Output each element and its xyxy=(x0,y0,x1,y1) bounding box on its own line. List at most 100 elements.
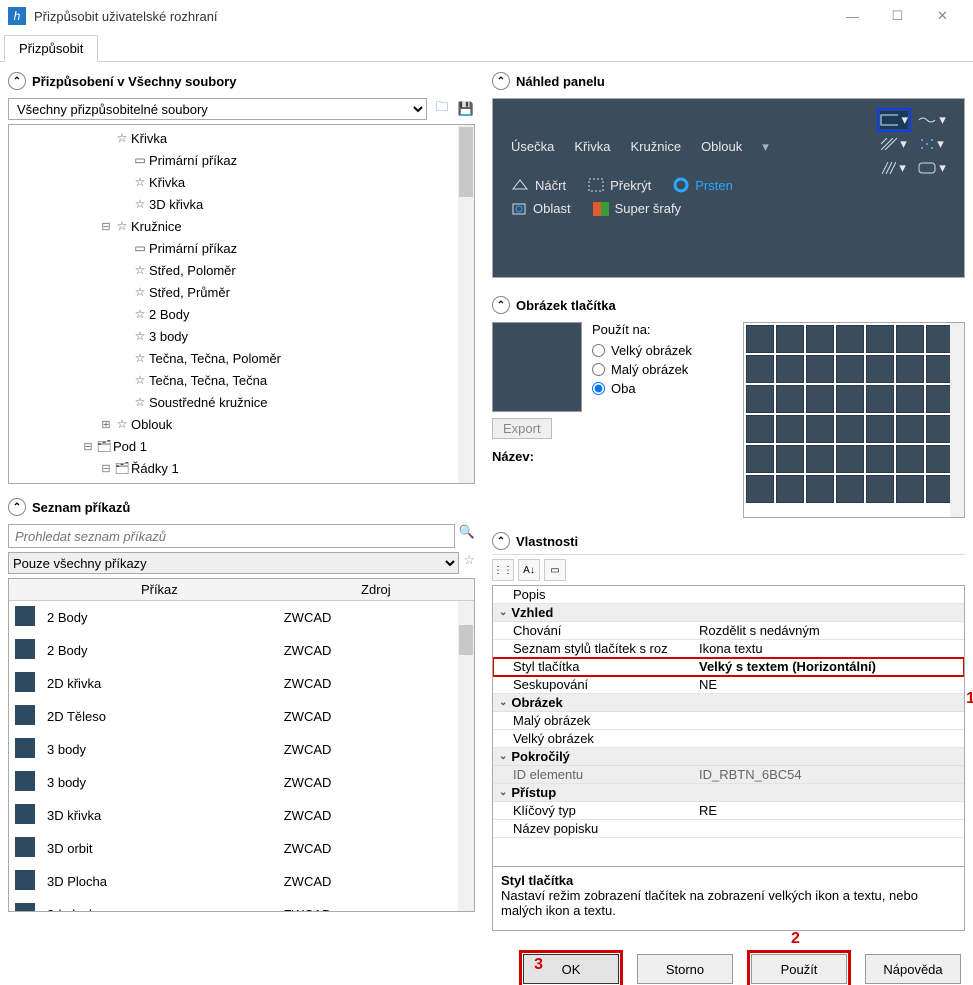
ribbon-prsten[interactable]: Prsten xyxy=(673,177,733,193)
command-filter-select[interactable]: Pouze všechny příkazy xyxy=(8,552,459,574)
command-row[interactable]: 2D křivkaZWCAD xyxy=(9,667,474,700)
icon-cell[interactable] xyxy=(776,385,804,413)
icon-cell[interactable] xyxy=(776,445,804,473)
tree-node[interactable]: ☆Tečna, Tečna, Poloměr xyxy=(9,347,474,369)
collapse-icon[interactable]: ⌃ xyxy=(8,72,26,90)
command-row[interactable]: 3D orbitZWCAD xyxy=(9,832,474,865)
icon-cell[interactable] xyxy=(866,385,894,413)
ribbon-nacrt[interactable]: Náčrt xyxy=(511,178,566,193)
ribbon-hatch-icon[interactable]: ▾ xyxy=(880,135,908,153)
icon-cell[interactable] xyxy=(896,325,924,353)
ribbon-prekryt[interactable]: Překrýt xyxy=(588,178,651,193)
icon-cell[interactable] xyxy=(836,475,864,503)
tree-scrollbar[interactable] xyxy=(458,125,474,483)
command-row[interactable]: 3D PlochaZWCAD xyxy=(9,865,474,898)
maximize-button[interactable]: ☐ xyxy=(875,1,920,31)
prop-alpha-icon[interactable]: A↓ xyxy=(518,559,540,581)
icon-cell[interactable] xyxy=(866,415,894,443)
icon-cell[interactable] xyxy=(746,355,774,383)
export-button[interactable]: Export xyxy=(492,418,552,439)
icon-cell[interactable] xyxy=(836,415,864,443)
icon-cell[interactable] xyxy=(866,355,894,383)
icon-cell[interactable] xyxy=(806,325,834,353)
icon-cell[interactable] xyxy=(836,355,864,383)
ribbon-tab-kruznice[interactable]: Kružnice xyxy=(630,139,681,155)
tree-node[interactable]: ☆Soustředné kružnice xyxy=(9,391,474,413)
icon-cell[interactable] xyxy=(866,445,894,473)
icon-palette-scrollbar[interactable] xyxy=(950,323,964,517)
tree-node[interactable]: ⊟🗂Pod 1 xyxy=(9,435,474,457)
collapse-icon[interactable]: ⌃ xyxy=(492,532,510,550)
ribbon-dots-icon[interactable]: ▾ xyxy=(918,135,946,153)
icon-cell[interactable] xyxy=(836,325,864,353)
help-button[interactable]: Nápověda xyxy=(865,954,961,984)
search-icon[interactable]: 🔍 xyxy=(459,524,475,548)
command-row[interactable]: 2 BodyZWCAD xyxy=(9,601,474,635)
tree-node[interactable]: ☆Střed, Průměr xyxy=(9,281,474,303)
minimize-button[interactable]: — xyxy=(830,1,875,31)
icon-cell[interactable] xyxy=(866,475,894,503)
icon-cell[interactable] xyxy=(776,415,804,443)
tree-node[interactable]: ☆Křivka xyxy=(9,127,474,149)
ribbon-rrect-icon[interactable]: ▾ xyxy=(918,159,946,177)
command-search-input[interactable] xyxy=(8,524,455,548)
icon-cell[interactable] xyxy=(776,355,804,383)
prop-categorized-icon[interactable]: ⋮⋮ xyxy=(492,559,514,581)
tree-node[interactable]: ☆3D křivka xyxy=(9,193,474,215)
ribbon-tab-krivka[interactable]: Křivka xyxy=(574,139,610,155)
icon-cell[interactable] xyxy=(776,325,804,353)
command-row[interactable]: 3 bodyZWCAD xyxy=(9,766,474,799)
col-source[interactable]: Zdroj xyxy=(278,579,474,601)
cancel-button[interactable]: Storno xyxy=(637,954,733,984)
icon-palette[interactable] xyxy=(743,322,965,518)
radio-small-image[interactable]: Malý obrázek xyxy=(592,360,692,379)
icon-cell[interactable] xyxy=(896,475,924,503)
command-row[interactable]: 2D TělesoZWCAD xyxy=(9,700,474,733)
icon-cell[interactable] xyxy=(896,445,924,473)
ribbon-super-srafy[interactable]: Super šrafy xyxy=(593,201,681,216)
command-row[interactable]: 3D křivkaZWCAD xyxy=(9,799,474,832)
icon-cell[interactable] xyxy=(806,475,834,503)
command-row[interactable]: 3d plochyZWCAD xyxy=(9,898,474,912)
file-filter-select[interactable]: Všechny přizpůsobitelné soubory xyxy=(8,98,427,120)
tree-node[interactable]: ☆2 Body xyxy=(9,303,474,325)
tree-node[interactable]: ☆Střed, Poloměr xyxy=(9,259,474,281)
star-icon[interactable]: ☆ xyxy=(463,552,475,574)
icon-cell[interactable] xyxy=(806,415,834,443)
tree-node[interactable]: ⊞☆Obdélník xyxy=(9,479,474,484)
tree-node[interactable]: ☆Tečna, Tečna, Tečna xyxy=(9,369,474,391)
icon-cell[interactable] xyxy=(746,385,774,413)
tree-node[interactable]: ⊟☆Kružnice xyxy=(9,215,474,237)
icon-cell[interactable] xyxy=(866,325,894,353)
icon-cell[interactable] xyxy=(806,445,834,473)
prop-sort-icon[interactable]: ▭ xyxy=(544,559,566,581)
radio-big-image[interactable]: Velký obrázek xyxy=(592,341,692,360)
icon-cell[interactable] xyxy=(746,445,774,473)
collapse-icon[interactable]: ⌃ xyxy=(492,296,510,314)
icon-cell[interactable] xyxy=(896,355,924,383)
ribbon-wave-icon[interactable]: ▾ xyxy=(918,111,946,129)
icon-cell[interactable] xyxy=(896,385,924,413)
command-row[interactable]: 3 bodyZWCAD xyxy=(9,733,474,766)
icon-cell[interactable] xyxy=(746,475,774,503)
collapse-icon[interactable]: ⌃ xyxy=(8,498,26,516)
ribbon-oblast[interactable]: Oblast xyxy=(511,201,571,216)
ribbon-tab-oblouk[interactable]: Oblouk xyxy=(701,139,742,155)
col-command[interactable]: Příkaz xyxy=(41,579,278,601)
icon-cell[interactable] xyxy=(806,385,834,413)
icon-cell[interactable] xyxy=(896,415,924,443)
tree-node[interactable]: ⊟🗂Řádky 1 xyxy=(9,457,474,479)
tree-node[interactable]: ⊞☆Oblouk xyxy=(9,413,474,435)
command-table[interactable]: Příkaz Zdroj 2 BodyZWCAD2 BodyZWCAD2D kř… xyxy=(9,579,474,912)
close-button[interactable]: ✕ xyxy=(920,1,965,31)
icon-cell[interactable] xyxy=(746,325,774,353)
icon-cell[interactable] xyxy=(806,355,834,383)
customization-tree[interactable]: ☆Křivka▭Primární příkaz☆Křivka☆3D křivka… xyxy=(8,124,475,484)
tree-node[interactable]: ☆3 body xyxy=(9,325,474,347)
collapse-icon[interactable]: ⌃ xyxy=(492,72,510,90)
open-folder-icon[interactable]: 🗀 xyxy=(433,100,451,118)
save-icon[interactable]: 💾 xyxy=(457,100,475,118)
properties-grid[interactable]: Popis ⌄Vzhled ChováníRozdělit s nedávným… xyxy=(492,585,965,867)
tab-customize[interactable]: Přizpůsobit xyxy=(4,35,98,62)
radio-both[interactable]: Oba xyxy=(592,379,692,398)
